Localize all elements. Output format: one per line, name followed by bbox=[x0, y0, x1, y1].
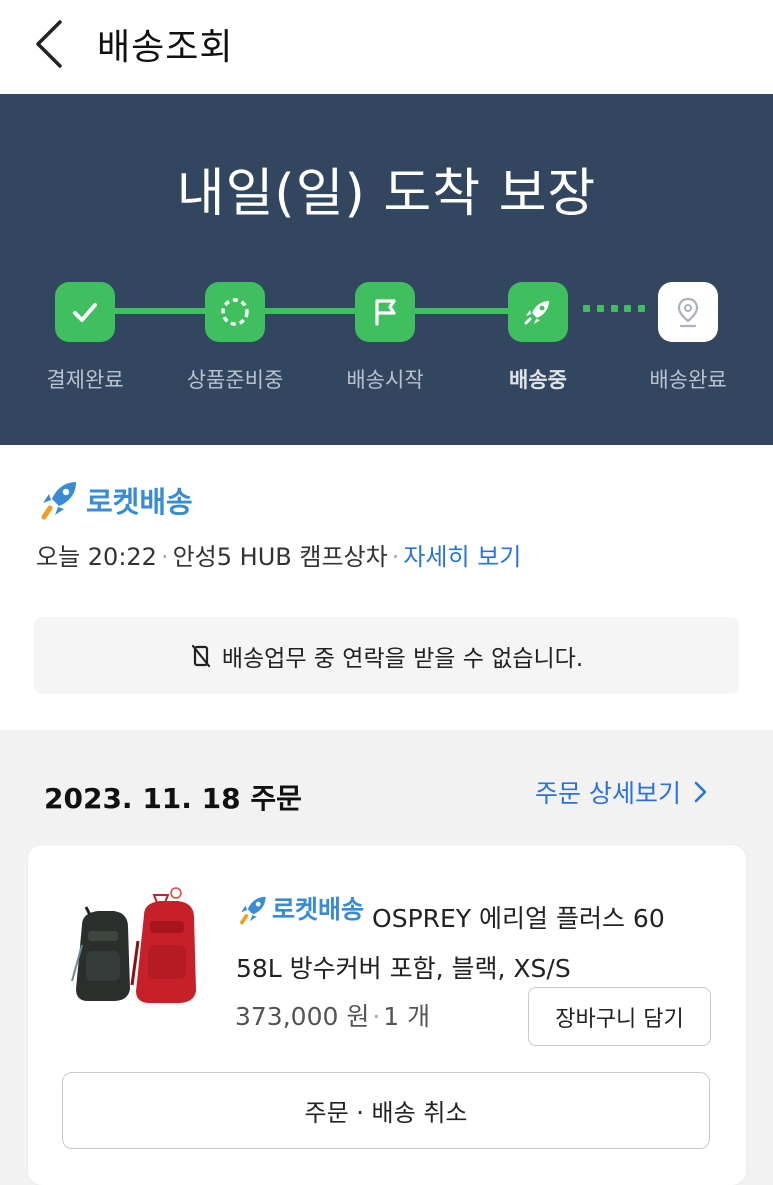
add-to-cart-button[interactable]: 장바구니 담기 bbox=[528, 987, 711, 1046]
progress-track-remaining bbox=[583, 305, 645, 315]
location-pin-icon bbox=[677, 297, 699, 328]
arrival-guarantee-title: 내일(일) 도착 보장 bbox=[176, 164, 597, 224]
check-icon bbox=[73, 303, 97, 322]
rocket-delivery-badge: 로켓배송 bbox=[236, 885, 364, 935]
order-detail-link-label: 주문 상세보기 bbox=[535, 779, 681, 808]
step-delivered bbox=[658, 282, 718, 342]
step-label-preparing: 상품준비중 bbox=[186, 368, 284, 392]
rocket-delivery-icon bbox=[41, 482, 76, 520]
step-in-transit bbox=[508, 282, 568, 342]
step-label-shipping-started: 배송시작 bbox=[346, 368, 424, 392]
rocket-delivery-icon bbox=[240, 896, 266, 925]
product-price: 373,000 원 bbox=[235, 1002, 370, 1031]
chevron-right-icon bbox=[694, 781, 707, 803]
step-payment-complete bbox=[55, 282, 115, 342]
progress-track bbox=[84, 308, 539, 314]
flag-icon bbox=[375, 299, 396, 326]
step-label-in-transit: 배송중 bbox=[509, 368, 567, 392]
top-bar: 배송조회 bbox=[0, 0, 773, 94]
product-thumbnail[interactable] bbox=[68, 885, 202, 1015]
order-date: 2023. 11. 18 주문 bbox=[44, 782, 302, 815]
price-line: 373,000 원 · 1 개 bbox=[235, 1002, 431, 1031]
backpack-image bbox=[71, 887, 196, 1003]
product-quantity: 1 개 bbox=[383, 1002, 431, 1031]
back-button[interactable] bbox=[30, 18, 74, 70]
rocket-icon bbox=[524, 301, 549, 325]
tracking-status-line: 오늘 20:22 · 안성5 HUB 캠프상차 · 자세히 보기 bbox=[36, 543, 522, 571]
rocket-delivery-brand: 로켓배송 bbox=[36, 477, 193, 523]
step-label-payment-complete: 결제완료 bbox=[46, 368, 124, 392]
order-detail-link[interactable]: 주문 상세보기 bbox=[535, 774, 707, 810]
tracking-info-card: 로켓배송 오늘 20:22 · 안성5 HUB 캠프상차 · 자세히 보기 배송업무 중… bbox=[0, 445, 773, 730]
no-contact-notice: 배송업무 중 연락을 받을 수 없습니다. bbox=[34, 617, 739, 694]
rocket-delivery-label: 로켓배송 bbox=[86, 485, 193, 519]
step-preparing bbox=[205, 282, 265, 342]
cancel-order-button[interactable]: 주문 · 배송 취소 bbox=[62, 1072, 710, 1149]
step-label-delivered: 배송완료 bbox=[649, 368, 727, 392]
step-shipping-started bbox=[355, 282, 415, 342]
loading-circle-icon bbox=[221, 298, 249, 326]
product-title[interactable]: 로켓배송 OSPREY 에리얼 플러스 60 58L 방수커버 포함, 블랙, … bbox=[236, 885, 716, 994]
rocket-delivery-badge-label: 로켓배송 bbox=[272, 895, 365, 924]
no-contact-notice-text: 배송업무 중 연락을 받을 수 없습니다. bbox=[221, 645, 584, 672]
delivery-status-hero: 내일(일) 도착 보장 결제완료 상품준비중 배송시작 배송중 배송완료 bbox=[0, 94, 773, 445]
chevron-left-icon bbox=[36, 20, 62, 68]
no-phone-icon bbox=[191, 644, 210, 667]
page-title: 배송조회 bbox=[97, 27, 234, 68]
tracking-detail-link[interactable]: 자세히 보기 bbox=[403, 543, 521, 571]
tracking-time: 오늘 20:22 bbox=[36, 543, 157, 571]
order-item-card: 로켓배송 OSPREY 에리얼 플러스 60 58L 방수커버 포함, 블랙, … bbox=[28, 845, 746, 1185]
tracking-location: 안성5 HUB 캠프상차 bbox=[172, 543, 388, 571]
